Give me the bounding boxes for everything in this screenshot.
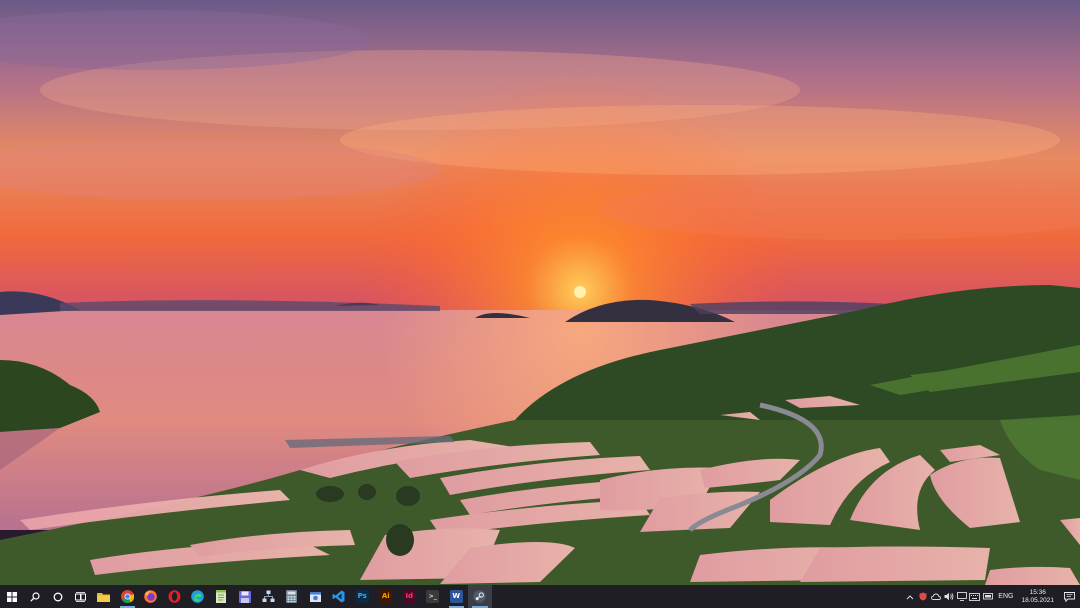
clock-time: 15:36	[1029, 588, 1046, 596]
chrome-icon	[120, 590, 134, 603]
vscode-icon	[332, 590, 345, 603]
installer-icon	[309, 592, 321, 602]
tray-volume[interactable]	[942, 585, 955, 608]
edge-icon	[191, 590, 205, 603]
taskbar-app-notepad-plus[interactable]	[210, 585, 234, 608]
taskbar-app-calculator[interactable]	[280, 585, 304, 608]
cortana-button[interactable]	[46, 585, 69, 608]
tray-cloud[interactable]	[929, 585, 942, 608]
system-tray: ENG 15:36 18.05.2021	[903, 585, 1080, 608]
word-icon: W	[449, 590, 463, 603]
taskbar-app-vscode[interactable]	[327, 585, 351, 608]
tray-keyboard[interactable]	[968, 585, 981, 608]
indesign-icon: Id	[402, 590, 416, 603]
taskbar-app-network-app[interactable]	[257, 585, 281, 608]
network-icon	[982, 593, 993, 600]
chevron-up-icon	[906, 594, 914, 599]
photoshop-icon: Ps	[355, 590, 369, 603]
input-language-indicator[interactable]: ENG	[994, 593, 1017, 600]
floppy-icon	[238, 590, 251, 603]
taskbar-app-steam[interactable]	[468, 585, 492, 608]
search-icon	[29, 591, 40, 602]
show-hidden-icons-button[interactable]	[903, 585, 916, 608]
clock-date: 18.05.2021	[1021, 596, 1054, 604]
cortana-circle-icon	[53, 592, 62, 601]
firefox-icon	[144, 590, 158, 603]
terminal-icon: >_	[426, 590, 440, 603]
volume-icon	[944, 592, 954, 601]
tray-shield[interactable]	[916, 585, 929, 608]
action-center-button[interactable]	[1058, 585, 1080, 608]
keyboard-icon	[969, 592, 981, 601]
notification-icon	[1063, 591, 1075, 602]
start-button[interactable]	[0, 585, 23, 608]
tray-display[interactable]	[981, 585, 994, 608]
windows-logo-icon	[6, 591, 17, 602]
cloud-icon	[930, 593, 941, 600]
steam-icon	[473, 590, 486, 603]
taskbar-app-indesign[interactable]: Id	[398, 585, 422, 608]
taskbar-app-photoshop[interactable]: Ps	[351, 585, 375, 608]
taskbar-app-word[interactable]: W	[445, 585, 469, 608]
network-icon	[262, 590, 275, 602]
task-view-button[interactable]	[69, 585, 92, 608]
desktop-wallpaper	[0, 0, 1080, 585]
taskbar-app-save-app[interactable]	[233, 585, 257, 608]
monitor-icon	[956, 592, 967, 601]
taskbar-app-terminal[interactable]: >_	[421, 585, 445, 608]
taskbar-clock[interactable]: 15:36 18.05.2021	[1017, 589, 1058, 605]
tray-network[interactable]	[955, 585, 968, 608]
taskbar-app-illustrator[interactable]: Ai	[374, 585, 398, 608]
task-view-icon	[75, 591, 86, 602]
taskbar: Ps Ai Id >_ W ENG 15:36 18.05.2021	[0, 585, 1080, 608]
taskbar-app-installer[interactable]	[304, 585, 328, 608]
taskbar-app-opera[interactable]	[163, 585, 187, 608]
shield-icon	[919, 592, 927, 601]
taskbar-app-edge[interactable]	[186, 585, 210, 608]
taskbar-app-chrome[interactable]	[116, 585, 140, 608]
opera-icon	[168, 590, 181, 603]
folder-icon	[97, 593, 111, 602]
search-button[interactable]	[23, 585, 46, 608]
calculator-icon	[286, 590, 298, 603]
notepad-icon	[216, 590, 227, 603]
taskbar-app-firefox[interactable]	[139, 585, 163, 608]
illustrator-icon: Ai	[379, 590, 393, 603]
taskbar-app-file-explorer[interactable]	[92, 585, 116, 608]
